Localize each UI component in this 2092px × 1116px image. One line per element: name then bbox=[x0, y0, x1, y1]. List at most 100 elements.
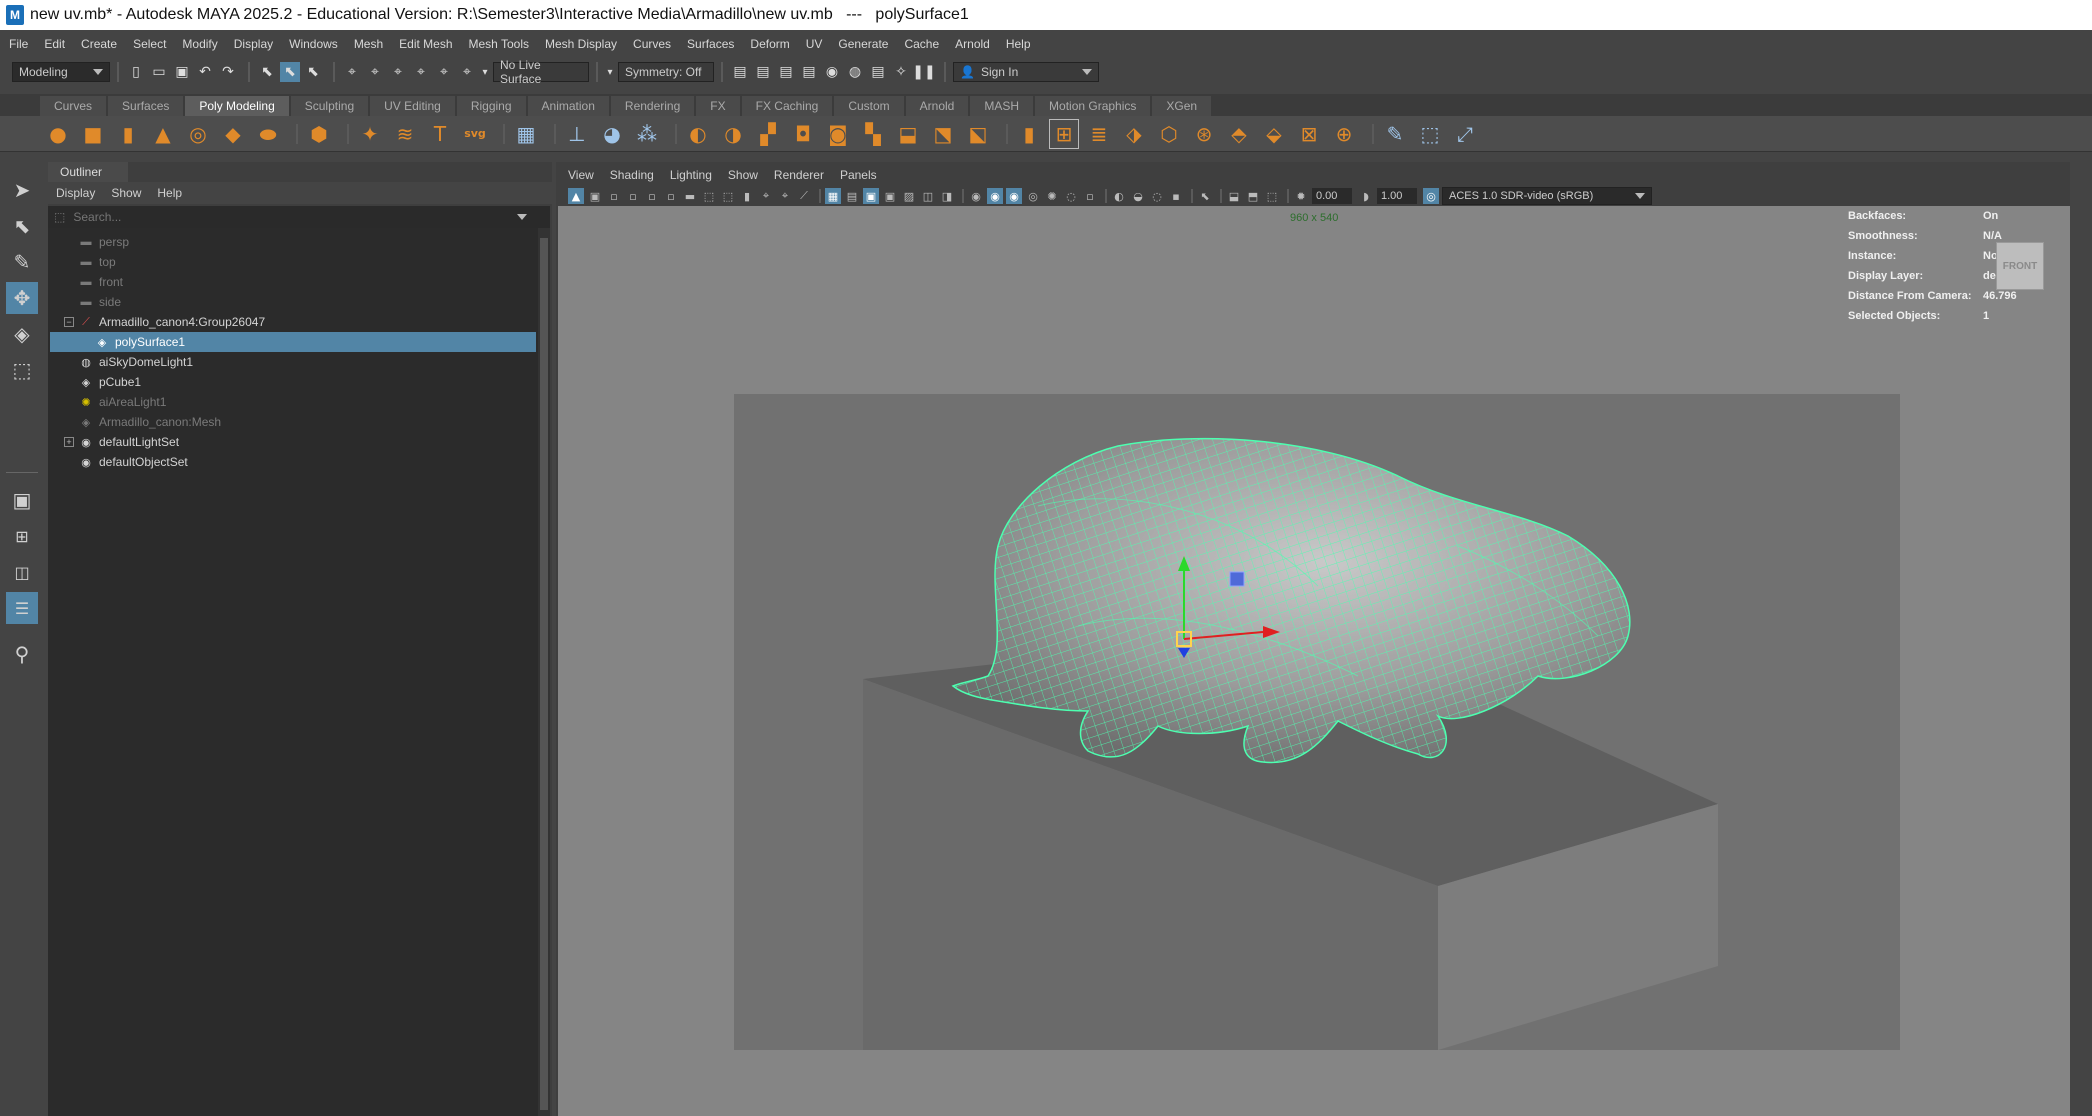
move-tool-icon[interactable]: ✥ bbox=[6, 282, 38, 314]
ambient-occlusion-icon[interactable]: ◎ bbox=[1025, 188, 1041, 204]
motion-blur-icon[interactable]: ✺ bbox=[1044, 188, 1060, 204]
shelf-tab-xgen[interactable]: XGen bbox=[1152, 96, 1212, 116]
render-view-icon[interactable]: ▤ bbox=[730, 62, 750, 82]
outliner-item[interactable]: ◈ Armadillo_canon:Mesh bbox=[50, 412, 536, 432]
outliner-item[interactable]: ◉ defaultObjectSet bbox=[50, 452, 536, 472]
menu-file[interactable]: File bbox=[9, 37, 28, 51]
offset-edge-loop-icon[interactable]: ⬗ bbox=[1120, 120, 1148, 148]
shadows-icon[interactable]: ◨ bbox=[939, 188, 955, 204]
frame-selected-icon[interactable]: ⬒ bbox=[1245, 188, 1261, 204]
backface-culling-icon[interactable]: ◌ bbox=[1149, 188, 1165, 204]
panel-menu-view[interactable]: View bbox=[568, 168, 594, 182]
camera-icon[interactable]: ▬ bbox=[682, 188, 698, 204]
sweep-mesh-icon[interactable]: ≋ bbox=[391, 120, 419, 148]
menu-create[interactable]: Create bbox=[81, 37, 117, 51]
reduce-icon[interactable]: ⁂ bbox=[633, 120, 661, 148]
gamma-field[interactable]: 1.00 bbox=[1377, 188, 1417, 204]
depth-of-field-icon[interactable]: ▫ bbox=[1082, 188, 1098, 204]
view-transform-dropdown[interactable]: ACES 1.0 SDR-video (sRGB) bbox=[1442, 187, 1652, 205]
menu-edit-mesh[interactable]: Edit Mesh bbox=[399, 37, 452, 51]
outliner-tab[interactable]: Outliner bbox=[48, 162, 128, 182]
chevron-down-icon[interactable]: ▾ bbox=[605, 62, 615, 82]
poly-torus-icon[interactable]: ◎ bbox=[184, 120, 212, 148]
type-tool-icon[interactable]: T bbox=[426, 120, 454, 148]
outliner-item[interactable]: ▬ top bbox=[50, 252, 536, 272]
collapse-icon[interactable]: ⬡ bbox=[1155, 120, 1183, 148]
chevron-down-icon[interactable] bbox=[517, 214, 528, 220]
render-frame-icon[interactable]: ▤ bbox=[753, 62, 773, 82]
3d-viewport[interactable]: 960 x 540 Backfaces: On Smoothness: N/A … bbox=[558, 206, 2070, 1116]
sign-in-dropdown[interactable]: 👤 Sign In bbox=[953, 62, 1099, 82]
menu-modify[interactable]: Modify bbox=[182, 37, 217, 51]
circularize-icon[interactable]: ⬙ bbox=[1260, 120, 1288, 148]
exposure-field[interactable]: 0.00 bbox=[1312, 188, 1352, 204]
search-icon[interactable]: ⚲ bbox=[6, 638, 38, 670]
snap-point-icon[interactable]: ⌖ bbox=[388, 62, 408, 82]
select-component-icon[interactable]: ⬉ bbox=[303, 62, 323, 82]
outliner-menu-show[interactable]: Show bbox=[111, 186, 141, 200]
field-chart-icon[interactable]: ⌖ bbox=[758, 188, 774, 204]
arnold-render-icon[interactable]: ◍ bbox=[845, 62, 865, 82]
select-mode-icon[interactable]: ⬉ bbox=[1197, 188, 1213, 204]
menu-mesh[interactable]: Mesh bbox=[354, 37, 383, 51]
outliner-item[interactable]: ◈ polySurface1 bbox=[50, 332, 536, 352]
menu-arnold[interactable]: Arnold bbox=[955, 37, 990, 51]
shelf-tab-poly-modeling[interactable]: Poly Modeling bbox=[185, 96, 289, 116]
outliner-item[interactable]: ▬ side bbox=[50, 292, 536, 312]
poly-cube-icon[interactable]: ■ bbox=[79, 120, 107, 148]
toggle-panel-icon[interactable]: ⬚ bbox=[1264, 188, 1280, 204]
rotate-tool-icon[interactable]: ◈ bbox=[6, 318, 38, 350]
multi-cut-icon[interactable]: ▮ bbox=[1015, 120, 1043, 148]
gate-mask-icon[interactable]: ▮ bbox=[739, 188, 755, 204]
outliner-layout-icon[interactable]: ☰ bbox=[6, 592, 38, 624]
xray-active-icon[interactable]: ◉ bbox=[1006, 188, 1022, 204]
filter-icon[interactable]: ⬚ bbox=[54, 210, 65, 224]
menu-curves[interactable]: Curves bbox=[633, 37, 671, 51]
menu-mesh-display[interactable]: Mesh Display bbox=[545, 37, 617, 51]
menu-windows[interactable]: Windows bbox=[289, 37, 338, 51]
safe-action-icon[interactable]: ⌖ bbox=[777, 188, 793, 204]
platonic-solid-icon[interactable]: ⬢ bbox=[305, 120, 333, 148]
menu-deform[interactable]: Deform bbox=[750, 37, 789, 51]
outliner-item[interactable]: ▬ persp bbox=[50, 232, 536, 252]
shelf-tab-curves[interactable]: Curves bbox=[40, 96, 107, 116]
target-weld-icon[interactable]: ⊞ bbox=[1049, 118, 1079, 149]
two-pane-layout-icon[interactable]: ◫ bbox=[6, 556, 38, 588]
ipr-render-icon[interactable]: ▤ bbox=[776, 62, 796, 82]
panel-menu-lighting[interactable]: Lighting bbox=[670, 168, 712, 182]
menuset-dropdown[interactable]: Modeling bbox=[12, 62, 110, 82]
smooth-icon[interactable]: ◕ bbox=[598, 120, 626, 148]
light-editor-icon[interactable]: ✧ bbox=[891, 62, 911, 82]
outliner-item[interactable]: + ◉ defaultLightSet bbox=[50, 432, 536, 452]
bevel-icon[interactable]: ⬔ bbox=[929, 120, 957, 148]
snap-live-icon[interactable]: ⌖ bbox=[457, 62, 477, 82]
resolution-gate-icon[interactable]: ⬚ bbox=[720, 188, 736, 204]
shelf-tab-fx[interactable]: FX bbox=[696, 96, 740, 116]
poly-cylinder-icon[interactable]: ▮ bbox=[114, 120, 142, 148]
smooth-shade-icon[interactable]: ▣ bbox=[863, 188, 879, 204]
poly-cone-icon[interactable]: ▲ bbox=[149, 120, 177, 148]
two-d-pan-icon[interactable]: ▫ bbox=[644, 188, 660, 204]
bridge-icon[interactable]: ▚ bbox=[859, 120, 887, 148]
image-plane-icon[interactable]: ▫ bbox=[625, 188, 641, 204]
menu-uv[interactable]: UV bbox=[806, 37, 823, 51]
outliner-item[interactable]: − ⟋ Armadillo_canon4:Group26047 bbox=[50, 312, 536, 332]
outliner-item[interactable]: ▬ front bbox=[50, 272, 536, 292]
wireframe-icon[interactable]: ▤ bbox=[844, 188, 860, 204]
shelf-tab-sculpting[interactable]: Sculpting bbox=[290, 96, 369, 116]
bookmark-icon[interactable]: ▫ bbox=[606, 188, 622, 204]
shelf-tab-surfaces[interactable]: Surfaces bbox=[108, 96, 184, 116]
extrude-icon[interactable]: ⬓ bbox=[894, 120, 922, 148]
snap-grid-icon[interactable]: ⌖ bbox=[342, 62, 362, 82]
live-surface-field[interactable]: No Live Surface bbox=[493, 58, 589, 86]
automatic-map-icon[interactable]: ⤢ bbox=[1451, 120, 1479, 148]
scrollbar-thumb[interactable] bbox=[540, 238, 548, 1110]
insert-edge-loop-icon[interactable]: ≣ bbox=[1085, 120, 1113, 148]
fill-hole-icon[interactable]: ⬕ bbox=[964, 120, 992, 148]
redo-icon[interactable]: ↷ bbox=[218, 62, 238, 82]
shelf-tab-fx-caching[interactable]: FX Caching bbox=[741, 96, 833, 116]
menu-surfaces[interactable]: Surfaces bbox=[687, 37, 734, 51]
boolean-difference-icon[interactable]: ◙ bbox=[824, 120, 852, 148]
select-hierarchy-icon[interactable]: ⬉ bbox=[257, 62, 277, 82]
panel-menu-panels[interactable]: Panels bbox=[840, 168, 877, 182]
